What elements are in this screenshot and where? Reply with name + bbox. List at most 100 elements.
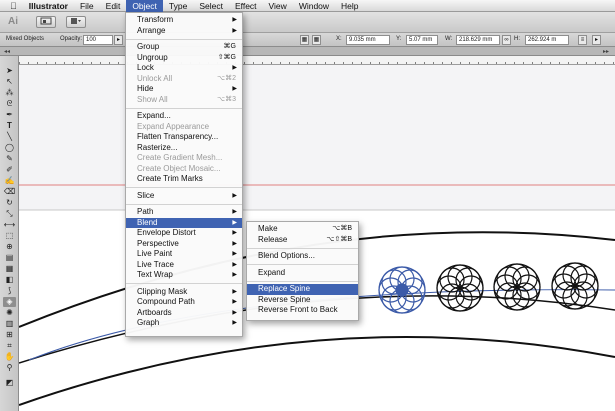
h-field[interactable]: 262.924 m: [525, 35, 569, 45]
width-tool-icon[interactable]: ⟷: [3, 220, 16, 230]
menu-item-expand[interactable]: Expand: [247, 268, 358, 279]
submenu-arrow-icon: ▶: [232, 299, 237, 305]
blend-tool-icon[interactable]: ◈: [3, 297, 16, 307]
menu-item-ungroup[interactable]: Ungroup ⇧⌘G: [126, 53, 242, 64]
fill-stroke-swatch-icon[interactable]: ◩: [3, 378, 16, 388]
selection-tool-icon[interactable]: ➤: [3, 66, 16, 76]
opacity-dropdown-icon[interactable]: ▸: [114, 35, 123, 45]
shape-builder-tool-icon[interactable]: ⊕: [3, 242, 16, 252]
menu-item-perspective[interactable]: Perspective ▶: [126, 239, 242, 250]
eyedropper-tool-icon[interactable]: ⟆: [3, 286, 16, 296]
menu-illustrator[interactable]: Illustrator: [23, 0, 74, 12]
menu-item-blend-options[interactable]: Blend Options...: [247, 251, 358, 262]
more-options-icon[interactable]: ▸: [592, 35, 601, 45]
menu-item-make[interactable]: Make ⌥⌘B: [247, 224, 358, 235]
arrange-documents-icon: [71, 18, 81, 24]
menu-item-compound-path[interactable]: Compound Path ▶: [126, 297, 242, 308]
menu-item-text-wrap[interactable]: Text Wrap ▶: [126, 270, 242, 281]
perspective-grid-tool-icon[interactable]: ▤: [3, 253, 16, 263]
control-bar: Mixed Objects Opacity: 100 ▸ ▦ ▦ X: 9.03…: [0, 33, 615, 47]
menu-separator: [126, 283, 242, 284]
menu-item-live-trace[interactable]: Live Trace ▶: [126, 260, 242, 271]
menu-item-replace-spine[interactable]: Replace Spine: [247, 284, 358, 295]
menu-item-release[interactable]: Release ⌥⇧⌘B: [247, 235, 358, 246]
lasso-tool-icon[interactable]: ᘓ: [3, 99, 16, 109]
scale-tool-icon[interactable]: ⤡: [3, 209, 16, 219]
menu-item-create-gradient-mesh: Create Gradient Mesh...: [137, 153, 223, 162]
zoom-tool-icon[interactable]: ⚲: [3, 363, 16, 373]
type-tool-icon[interactable]: T: [3, 121, 16, 131]
x-field[interactable]: 9.035 mm: [346, 35, 390, 45]
menu-item-arrange[interactable]: Arrange ▶: [126, 26, 242, 37]
submenu-arrow-icon: ▶: [232, 65, 237, 71]
pen-tool-icon[interactable]: ✒: [3, 110, 16, 120]
arrange-documents-button[interactable]: [66, 16, 86, 28]
mesh-tool-icon[interactable]: ▦: [3, 264, 16, 274]
menu-item-reverse-front-to-back[interactable]: Reverse Front to Back: [247, 305, 358, 316]
menu-item-hide[interactable]: Hide ▶: [126, 84, 242, 95]
menu-item-artboards[interactable]: Artboards ▶: [126, 308, 242, 319]
eraser-tool-icon[interactable]: ⌫: [3, 187, 16, 197]
symbol-sprayer-tool-icon[interactable]: ✺: [3, 308, 16, 318]
column-graph-tool-icon[interactable]: ▥: [3, 319, 16, 329]
menu-item-path[interactable]: Path ▶: [126, 207, 242, 218]
collapse-panel-icon[interactable]: ◂◂: [4, 48, 10, 55]
menu-item-reverse-spine[interactable]: Reverse Spine: [247, 295, 358, 306]
menu-item-transform[interactable]: Transform ▶: [126, 15, 242, 26]
direct-selection-tool-icon[interactable]: ↖: [3, 77, 16, 87]
menu-type[interactable]: Type: [163, 0, 193, 12]
y-field[interactable]: 5.07 mm: [406, 35, 438, 45]
menu-object[interactable]: Object: [126, 0, 163, 12]
free-transform-tool-icon[interactable]: ⬚: [3, 231, 16, 241]
gradient-tool-icon[interactable]: ◧: [3, 275, 16, 285]
w-field[interactable]: 218.629 mm: [456, 35, 500, 45]
menu-item-live-paint[interactable]: Live Paint ▶: [126, 249, 242, 260]
menu-item-lock[interactable]: Lock ▶: [126, 63, 242, 74]
menu-view[interactable]: View: [263, 0, 293, 12]
h-label: H:: [514, 36, 520, 42]
submenu-arrow-icon: ▶: [232, 320, 237, 326]
menu-separator: [247, 280, 358, 282]
paintbrush-tool-icon[interactable]: ✎: [3, 154, 16, 164]
submenu-arrow-icon: ▶: [232, 261, 237, 268]
bottom-arc: [19, 335, 615, 406]
application-bar: Ai: [0, 12, 615, 33]
slice-tool-icon[interactable]: ⌗: [3, 341, 16, 351]
menu-item-flatten-transparency[interactable]: Flatten Transparency...: [126, 132, 242, 143]
menu-item-slice[interactable]: Slice ▶: [126, 191, 242, 202]
constrain-proportions-icon[interactable]: ∞: [502, 35, 511, 45]
rosette-selected: [378, 266, 426, 314]
opacity-field[interactable]: 100: [83, 35, 113, 45]
expand-panel-icon[interactable]: ▸▸: [603, 48, 609, 55]
bridge-button[interactable]: [36, 16, 56, 28]
menu-item-group[interactable]: Group ⌘G: [126, 42, 242, 53]
menu-item-create-trim-marks[interactable]: Create Trim Marks: [126, 174, 242, 185]
menu-edit[interactable]: Edit: [100, 0, 127, 12]
menu-effect[interactable]: Effect: [229, 0, 263, 12]
artboard-tool-icon[interactable]: ⊞: [3, 330, 16, 340]
blob-brush-tool-icon[interactable]: ✍: [3, 176, 16, 186]
hand-tool-icon[interactable]: ✋: [3, 352, 16, 362]
panel-options-icon[interactable]: ≡: [578, 35, 587, 45]
pencil-tool-icon[interactable]: ✐: [3, 165, 16, 175]
menu-item-expand[interactable]: Expand...: [126, 111, 242, 122]
line-segment-tool-icon[interactable]: ╲: [3, 132, 16, 142]
magic-wand-tool-icon[interactable]: ⁂: [3, 88, 16, 98]
align-icon[interactable]: ▦: [300, 35, 309, 45]
ellipse-tool-icon[interactable]: ◯: [3, 143, 16, 153]
menu-help[interactable]: Help: [335, 0, 364, 12]
menu-item-envelope-distort[interactable]: Envelope Distort ▶: [126, 228, 242, 239]
menu-window[interactable]: Window: [293, 0, 335, 12]
menu-item-unlock-all: Unlock All ⌥⌘2: [137, 73, 236, 83]
horizontal-ruler[interactable]: [19, 56, 615, 65]
menu-item-graph[interactable]: Graph ▶: [126, 318, 242, 329]
menu-item-clipping-mask[interactable]: Clipping Mask ▶: [126, 287, 242, 298]
menu-separator: [126, 38, 242, 40]
menu-select[interactable]: Select: [193, 0, 229, 12]
menu-item-blend[interactable]: Blend ▶: [126, 217, 242, 228]
rotate-tool-icon[interactable]: ↻: [3, 198, 16, 208]
menu-file[interactable]: File: [74, 0, 100, 12]
menu-item-rasterize[interactable]: Rasterize...: [126, 143, 242, 154]
apple-menu-icon[interactable]: : [0, 0, 23, 12]
transform-icon[interactable]: ▦: [312, 35, 321, 45]
